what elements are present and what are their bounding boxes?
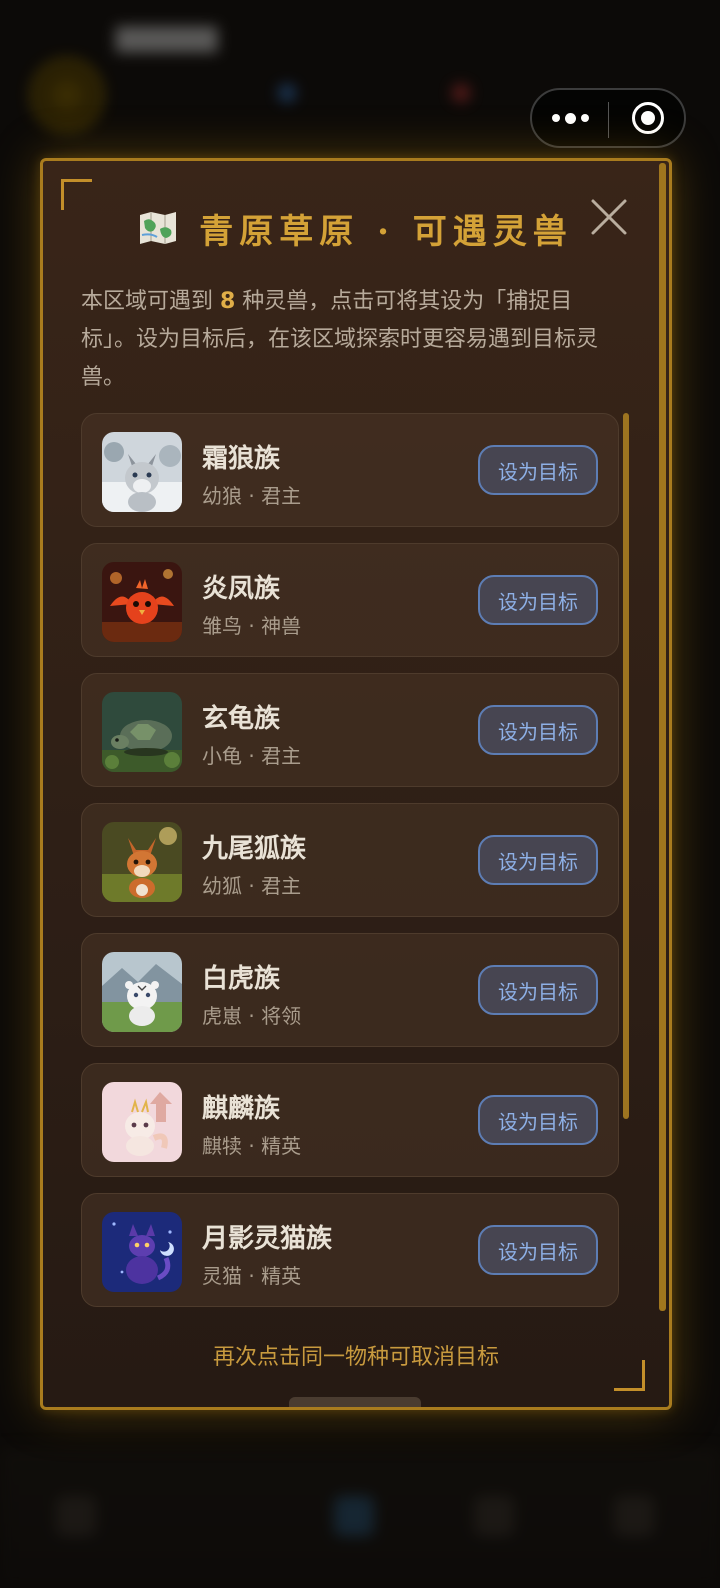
beast-name: 月影灵猫族 <box>202 1224 333 1254</box>
nine-tail-fox-thumb <box>102 822 182 902</box>
background-avatar <box>30 58 104 132</box>
beast-name: 炎凤族 <box>202 574 281 604</box>
list-item: 九尾狐族 幼狐 · 君主 设为目标 <box>81 803 619 917</box>
beast-list[interactable]: 霜狼族 幼狼 · 君主 设为目标 炎凤族 雏鸟 · 神兽 设为目标 玄龟族 小龟… <box>81 413 629 1311</box>
background-tab <box>474 1496 514 1536</box>
description-text: 本区域可遇到 <box>81 289 220 314</box>
white-tiger-thumb <box>102 952 182 1032</box>
background-tab <box>334 1496 374 1536</box>
background-tabbar <box>0 1448 720 1588</box>
cancel-hint: 再次点击同一物种可取消目标 <box>212 1345 499 1370</box>
species-count: 8 <box>220 289 236 314</box>
miniprogram-capsule <box>530 88 686 148</box>
list-scrollbar[interactable] <box>623 413 629 1119</box>
list-item: 玄龟族 小龟 · 君主 设为目标 <box>81 673 619 787</box>
beast-name: 霜狼族 <box>202 444 281 474</box>
modal-header: 青原草原 · 可遇灵兽 <box>43 203 669 253</box>
modal-title: 青原草原 · 可遇灵兽 <box>199 211 573 252</box>
beast-stage: 幼狼 · 君主 <box>202 484 302 508</box>
map-icon <box>140 212 177 244</box>
list-item: 炎凤族 雏鸟 · 神兽 设为目标 <box>81 543 619 657</box>
set-target-button[interactable]: 设为目标 <box>478 705 598 755</box>
beast-stage: 雏鸟 · 神兽 <box>202 614 302 638</box>
beast-name: 九尾狐族 <box>202 834 307 864</box>
close-miniprogram-icon[interactable] <box>632 102 664 134</box>
background-tab <box>56 1496 96 1536</box>
beast-name: 麒麟族 <box>202 1094 281 1124</box>
beast-stage: 灵猫 · 精英 <box>202 1264 302 1288</box>
encounter-modal: 青原草原 · 可遇灵兽 本区域可遇到 8 种灵兽，点击可将其设为「捕捉目标」。设… <box>40 158 672 1410</box>
screen: ██████ 青原草原 · 可遇灵兽 本区域可遇到 8 种灵兽，点击可将其设为「… <box>0 0 720 1588</box>
list-item: 霜狼族 幼狼 · 君主 设为目标 <box>81 413 619 527</box>
more-menu-icon[interactable] <box>532 90 608 146</box>
background-dot <box>452 84 470 102</box>
black-turtle-thumb <box>102 692 182 772</box>
beast-stage: 小龟 · 君主 <box>202 744 302 768</box>
set-target-button[interactable]: 设为目标 <box>478 575 598 625</box>
list-item: 白虎族 虎崽 · 将领 设为目标 <box>81 933 619 1047</box>
frame-edge <box>659 163 666 1311</box>
background-dot <box>278 84 296 102</box>
close-icon[interactable] <box>589 197 629 237</box>
list-item: 月影灵猫族 灵猫 · 精英 设为目标 <box>81 1193 619 1307</box>
capsule-divider <box>608 102 609 138</box>
bottom-handle <box>289 1397 421 1407</box>
qilin-thumb <box>102 1082 182 1162</box>
set-target-button[interactable]: 设为目标 <box>478 835 598 885</box>
background-player-name: ██████ <box>116 28 218 53</box>
beast-stage: 幼狐 · 君主 <box>202 874 302 898</box>
frost-wolf-thumb <box>102 432 182 512</box>
set-target-button[interactable]: 设为目标 <box>478 445 598 495</box>
beast-stage: 虎崽 · 将领 <box>202 1004 302 1028</box>
set-target-button[interactable]: 设为目标 <box>478 1095 598 1145</box>
set-target-button[interactable]: 设为目标 <box>478 1225 598 1275</box>
modal-description: 本区域可遇到 8 种灵兽，点击可将其设为「捕捉目标」。设为目标后，在该区域探索时… <box>81 283 621 397</box>
background-tab <box>614 1496 654 1536</box>
set-target-button[interactable]: 设为目标 <box>478 965 598 1015</box>
flame-phoenix-thumb <box>102 562 182 642</box>
list-item: 麒麟族 麒犊 · 精英 设为目标 <box>81 1063 619 1177</box>
moon-cat-thumb <box>102 1212 182 1292</box>
beast-name: 玄龟族 <box>202 704 281 734</box>
beast-name: 白虎族 <box>202 964 281 994</box>
beast-stage: 麒犊 · 精英 <box>202 1134 302 1158</box>
